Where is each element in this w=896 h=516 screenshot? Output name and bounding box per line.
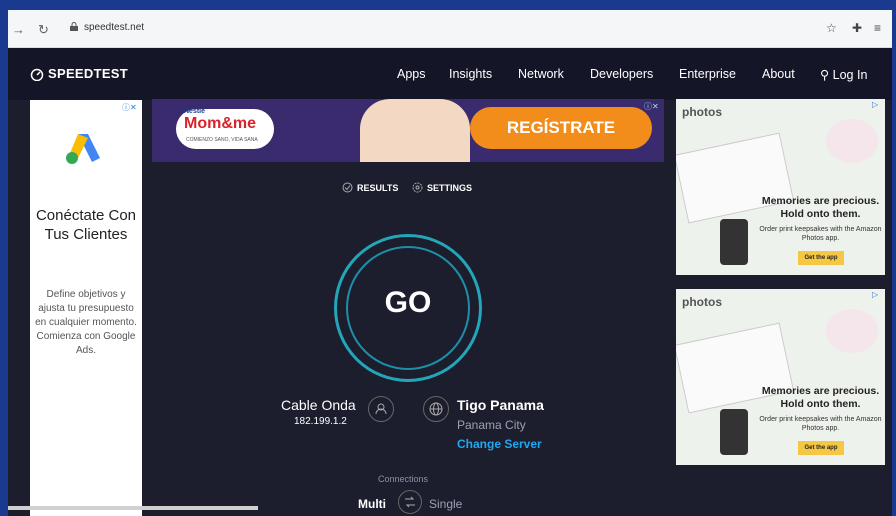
results-tab[interactable]: RESULTS <box>342 182 398 193</box>
login-link[interactable]: ⚲ Log In <box>820 67 867 82</box>
site-header: SPEEDTEST Apps Insights Network Develope… <box>8 48 892 100</box>
brand-text: Mom&me <box>184 115 257 132</box>
forward-icon[interactable]: → <box>12 22 25 37</box>
mom-and-me-banner-ad[interactable]: Nestlé Mom&me COMIENZO SANO, VIDA SANA R… <box>152 99 664 162</box>
baby-photo <box>360 99 470 162</box>
single-option[interactable]: Single <box>429 497 462 511</box>
nav-network[interactable]: Network <box>518 67 564 81</box>
check-circle-icon <box>342 182 353 193</box>
logo-text: SPEEDTEST <box>48 66 128 81</box>
user-icon <box>368 396 394 422</box>
reload-icon[interactable]: ↻ <box>38 22 49 38</box>
google-ads-banner[interactable]: ⓘ✕ Conéctate Con Tus Clientes Define obj… <box>30 100 142 516</box>
nav-about[interactable]: About <box>762 67 795 81</box>
address-bar[interactable]: speedtest.net <box>84 22 144 33</box>
flowers-image <box>826 309 878 353</box>
star-icon[interactable]: ☆ <box>826 21 837 35</box>
photos-logo: photos <box>682 295 722 309</box>
nestle-text: Nestlé <box>184 108 206 115</box>
gauge-icon <box>30 68 44 81</box>
change-server-link[interactable]: Change Server <box>457 437 542 451</box>
extensions-icon[interactable]: ✚ <box>852 21 862 35</box>
nav-enterprise[interactable]: Enterprise <box>679 67 736 81</box>
connections-label: Connections <box>378 474 429 484</box>
lock-icon <box>70 22 78 31</box>
menu-icon[interactable]: ≡ <box>874 21 881 35</box>
browser-window: → ↻ speedtest.net ☆ ✚ ≡ SPEEDTEST Apps I… <box>8 10 892 516</box>
user-icon: ⚲ <box>820 68 830 82</box>
server-city: Panama City <box>457 418 526 432</box>
globe-icon <box>423 396 449 422</box>
ad-body: Order print keepsakes with the Amazon Ph… <box>759 226 882 242</box>
photos-logo: photos <box>682 105 722 119</box>
browser-toolbar: → ↻ speedtest.net ☆ ✚ ≡ <box>8 10 892 48</box>
amazon-photos-ad-1[interactable]: ▷ photos Memories are precious. Hold ont… <box>676 99 885 275</box>
phone-image <box>720 219 748 265</box>
settings-tab[interactable]: SETTINGS <box>412 182 472 193</box>
gear-icon <box>412 182 423 193</box>
ad-headline: Conéctate Con Tus Clientes <box>35 207 137 243</box>
ad-choices-icon[interactable]: ▷ <box>872 100 878 109</box>
ad-body: Define objetivos y ajusta tu presupuesto… <box>35 289 137 356</box>
speedtest-logo[interactable]: SPEEDTEST <box>30 66 128 81</box>
server-name: Tigo Panama <box>457 397 544 413</box>
get-app-button[interactable]: Get the app <box>798 251 844 265</box>
ad-body: Order print keepsakes with the Amazon Ph… <box>759 416 882 432</box>
ad-choices-icon[interactable]: ⓘ✕ <box>122 102 137 113</box>
phone-image <box>720 409 748 455</box>
google-ads-logo <box>66 134 100 164</box>
get-app-button[interactable]: Get the app <box>798 441 844 455</box>
results-label: RESULTS <box>357 182 399 193</box>
nav-insights[interactable]: Insights <box>449 67 492 81</box>
login-label: Log In <box>832 68 868 82</box>
isp-ip: 182.199.1.2 <box>294 416 347 427</box>
register-button[interactable]: REGÍSTRATE <box>470 107 652 149</box>
connections-toggle-icon[interactable] <box>398 490 422 514</box>
ad-close-icon[interactable]: ⓘ✕ <box>644 101 659 112</box>
ad-headline: Memories are precious. Hold onto them. <box>761 195 880 220</box>
isp-name: Cable Onda <box>281 397 356 413</box>
nav-apps[interactable]: Apps <box>397 67 426 81</box>
settings-label: SETTINGS <box>427 182 473 193</box>
brand-tagline: COMIENZO SANO, VIDA SANA <box>186 137 258 143</box>
flowers-image <box>826 119 878 163</box>
go-label[interactable]: GO <box>334 286 482 320</box>
multi-option[interactable]: Multi <box>358 497 386 511</box>
ad-choices-icon[interactable]: ▷ <box>872 290 878 299</box>
ad-headline: Memories are precious. Hold onto them. <box>761 385 880 410</box>
horizontal-scrollbar[interactable] <box>8 506 258 510</box>
nav-developers[interactable]: Developers <box>590 67 653 81</box>
amazon-photos-ad-2[interactable]: ▷ photos Memories are precious. Hold ont… <box>676 289 885 465</box>
